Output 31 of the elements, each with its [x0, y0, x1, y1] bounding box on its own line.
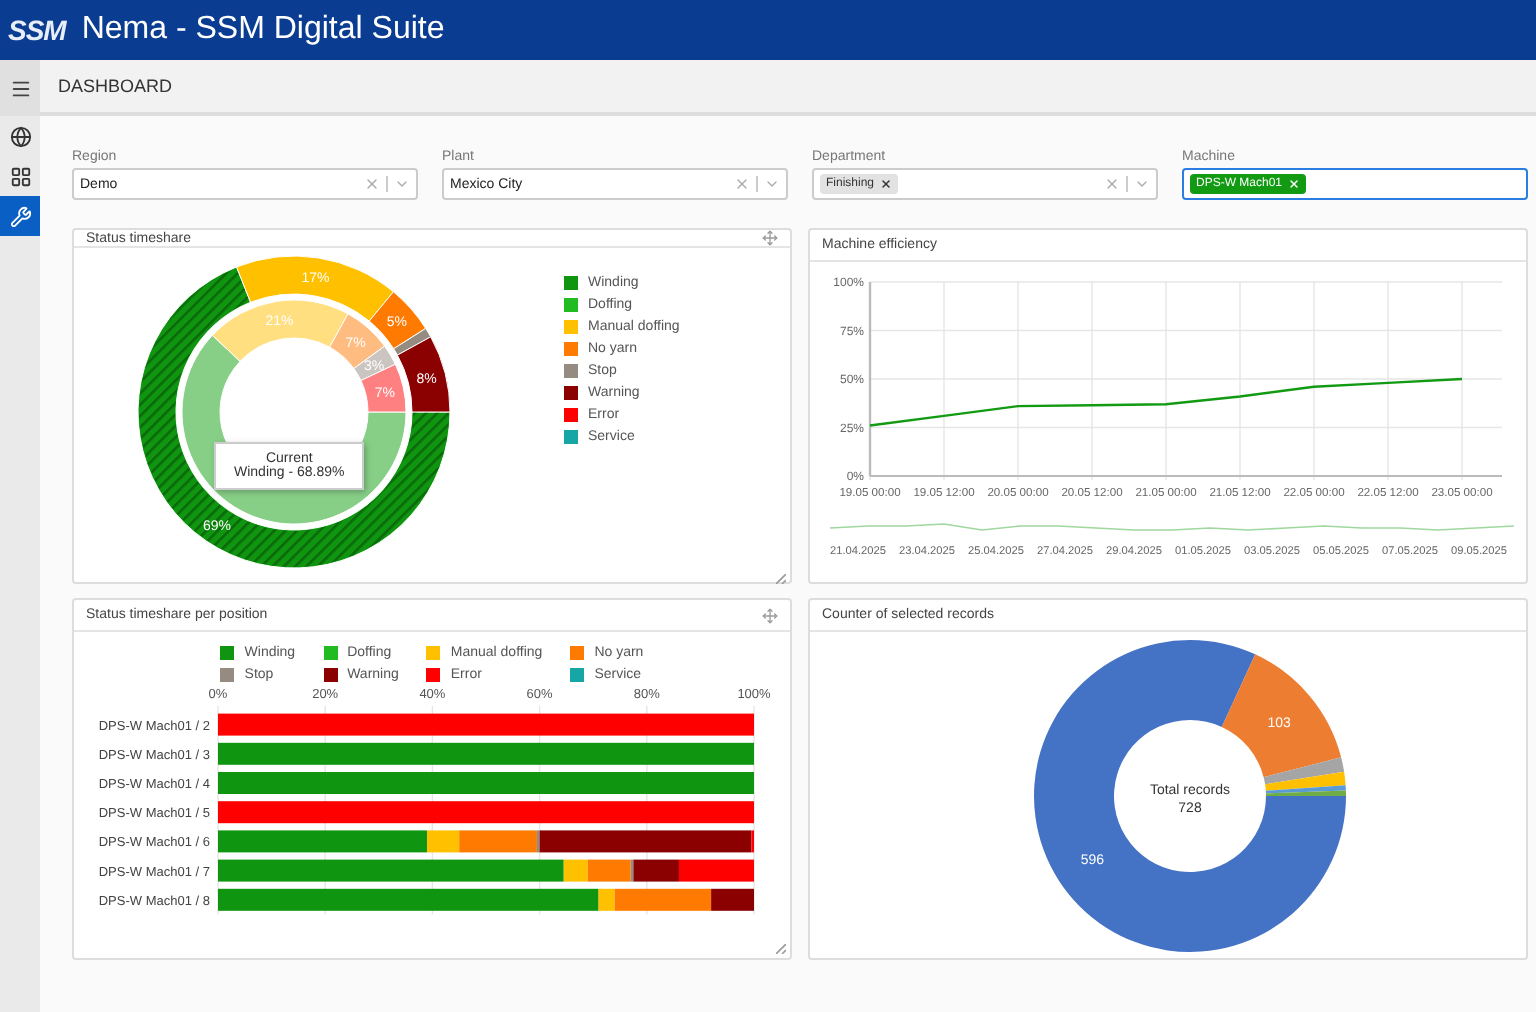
app-title: Nema - SSM Digital Suite	[81, 12, 445, 48]
donut-slice[interactable]	[368, 291, 427, 350]
chevron-down-icon[interactable]	[394, 176, 410, 192]
bar-segment[interactable]	[218, 888, 599, 911]
donut-slice[interactable]	[1034, 640, 1346, 952]
remove-icon[interactable]	[880, 178, 893, 190]
clear-icon[interactable]	[364, 176, 380, 192]
breadcrumb: DASHBOARD	[58, 76, 173, 96]
donut-slice[interactable]	[1221, 654, 1342, 778]
donut-slice[interactable]	[396, 336, 451, 413]
grid-icon	[9, 165, 31, 187]
bar-segment[interactable]	[539, 830, 752, 853]
app-logo: SSM	[8, 14, 66, 46]
bar-segment[interactable]	[218, 801, 754, 824]
resize-grip-icon[interactable]	[776, 944, 786, 954]
globe-icon	[9, 125, 31, 147]
chevron-down-icon[interactable]	[764, 176, 780, 192]
move-icon[interactable]	[762, 230, 778, 246]
bar-segment[interactable]	[633, 859, 679, 882]
donut-slice[interactable]	[211, 299, 349, 362]
move-icon[interactable]	[762, 607, 778, 623]
chevron-down-icon[interactable]	[1134, 176, 1150, 192]
clear-icon[interactable]	[734, 176, 750, 192]
sidebar-item[interactable]	[0, 196, 40, 236]
menu-icon[interactable]	[9, 77, 31, 99]
wrench-icon	[9, 205, 31, 227]
bar-segment[interactable]	[711, 888, 754, 911]
bar-segment[interactable]	[218, 742, 754, 765]
clear-icon[interactable]	[1104, 176, 1120, 192]
donut-slice[interactable]	[393, 327, 432, 356]
resize-grip-icon[interactable]	[776, 574, 786, 584]
